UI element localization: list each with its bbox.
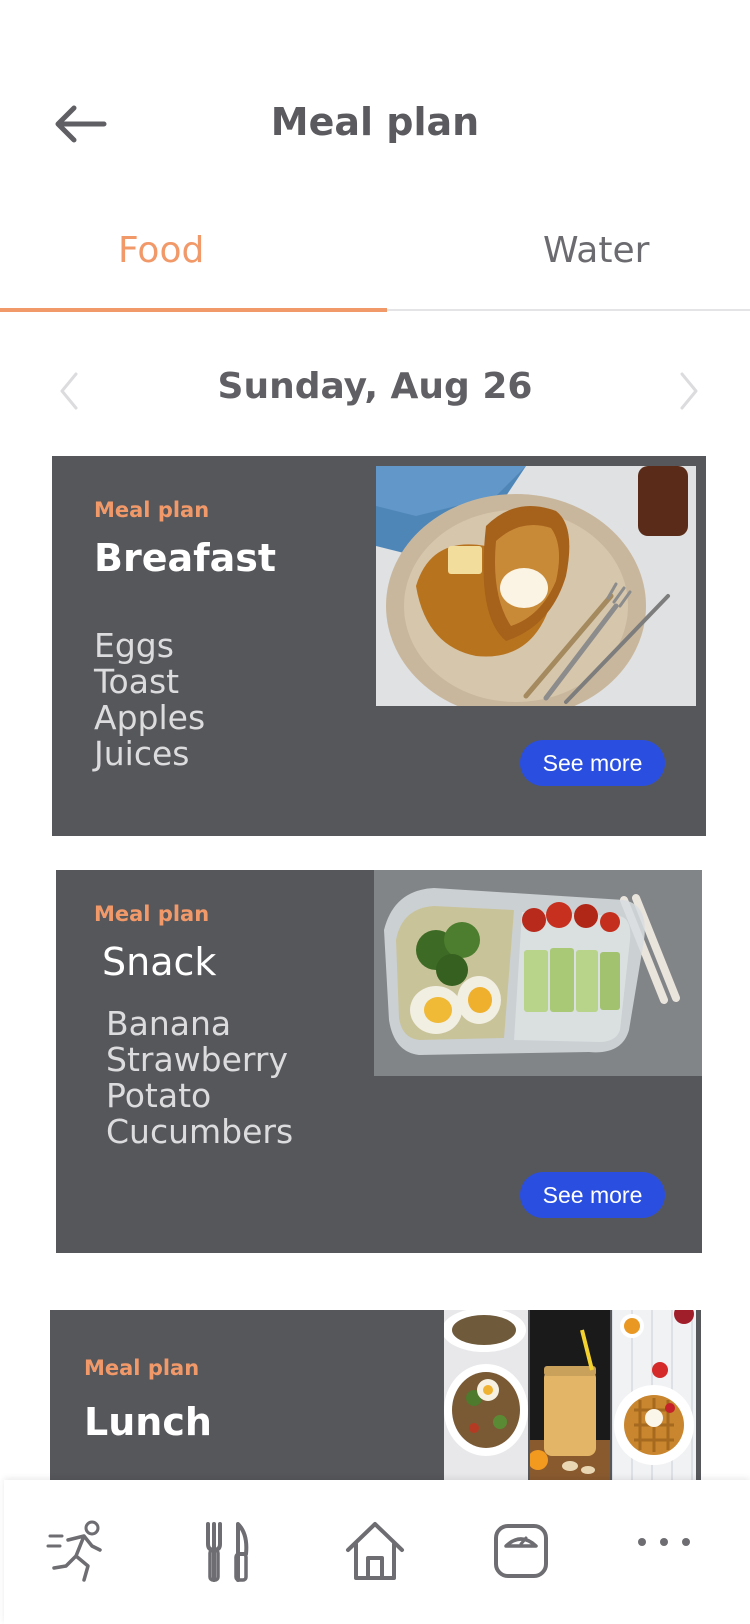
meal-item: Banana xyxy=(106,1004,232,1043)
bottom-navigation xyxy=(4,1480,750,1624)
smoothie-photo xyxy=(530,1310,610,1480)
meal-card-title: Lunch xyxy=(84,1400,212,1444)
meal-card-lunch[interactable]: Meal plan Lunch xyxy=(50,1310,701,1480)
meal-item: Potato xyxy=(106,1076,212,1115)
meal-card-subtitle: Meal plan xyxy=(94,902,210,926)
meal-item-list: Eggs Toast Apples Juices xyxy=(94,628,205,772)
meal-item: Cucumbers xyxy=(106,1112,294,1151)
meal-card-snack[interactable]: Meal plan Snack Banana Strawberry Potato… xyxy=(56,870,702,1253)
meal-card-subtitle: Meal plan xyxy=(84,1356,200,1380)
tab-food[interactable]: Food xyxy=(118,230,204,271)
chevron-right-icon xyxy=(680,372,698,410)
meal-item: Toast xyxy=(94,662,180,701)
see-more-button[interactable]: See more xyxy=(520,1172,665,1218)
nav-more[interactable] xyxy=(630,1516,700,1586)
meal-item: Eggs xyxy=(94,626,174,665)
waffle-photo xyxy=(612,1310,696,1480)
nav-home[interactable] xyxy=(340,1516,410,1586)
tab-bar: Food Water xyxy=(0,220,750,312)
nav-meals[interactable] xyxy=(192,1516,262,1586)
meal-prep-box-photo xyxy=(374,870,702,1076)
meal-item: Juices xyxy=(94,734,190,773)
tab-water[interactable]: Water xyxy=(543,230,649,271)
salad-bowl-photo xyxy=(444,1310,528,1480)
nav-activity[interactable] xyxy=(46,1516,116,1586)
date-navigator: Sunday, Aug 26 xyxy=(0,360,750,420)
nav-weight[interactable] xyxy=(486,1516,556,1586)
meal-item: Strawberry xyxy=(106,1040,288,1079)
running-icon xyxy=(46,1520,102,1582)
scale-icon xyxy=(494,1524,548,1578)
header: Meal plan xyxy=(0,0,750,190)
meal-item: Apples xyxy=(94,698,206,737)
see-more-button[interactable]: See more xyxy=(520,740,665,786)
page-title: Meal plan xyxy=(270,100,480,144)
french-toast-photo xyxy=(376,466,696,706)
home-icon xyxy=(346,1522,404,1580)
tab-active-indicator xyxy=(0,308,387,312)
utensils-icon xyxy=(206,1522,249,1582)
meal-card-breakfast[interactable]: Meal plan Breafast Eggs Toast Apples Jui… xyxy=(52,456,706,836)
meal-item-list: Banana Strawberry Potato Cucumbers xyxy=(106,1006,293,1150)
meal-card-title: Breafast xyxy=(94,536,277,580)
meal-card-title: Snack xyxy=(102,940,217,984)
date-label: Sunday, Aug 26 xyxy=(217,366,533,407)
next-day-button[interactable] xyxy=(674,370,704,412)
more-icon xyxy=(638,1538,690,1546)
meal-card-subtitle: Meal plan xyxy=(94,498,210,522)
